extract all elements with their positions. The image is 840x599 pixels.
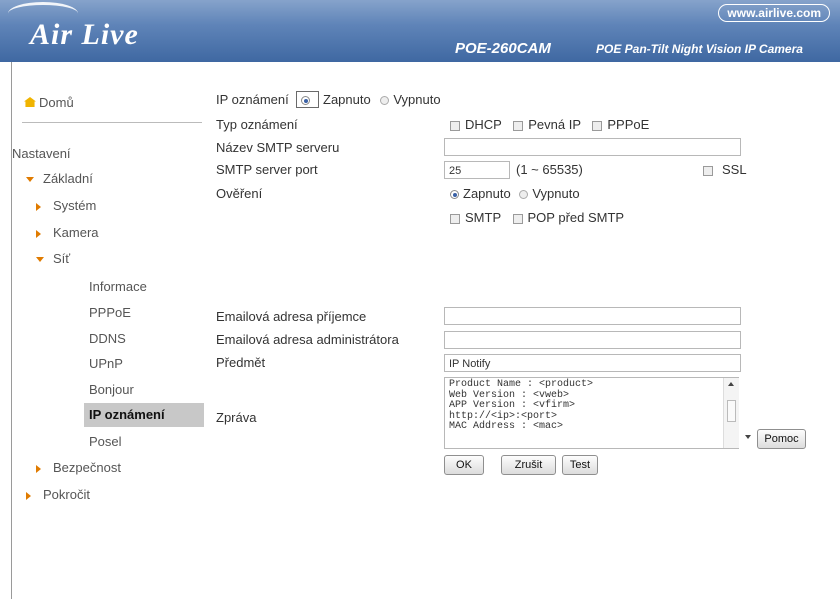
dhcp-label: DHCP xyxy=(465,117,502,132)
admin-email-label: Emailová adresa administrátora xyxy=(216,332,399,347)
system-label: Systém xyxy=(53,198,97,213)
expand-down-icon xyxy=(36,257,44,263)
sidebar-item-messenger[interactable]: Posel xyxy=(89,434,122,449)
expand-down-icon xyxy=(26,177,34,183)
sidebar: Domů Nastavení Základní Systém Kamera Sí… xyxy=(12,62,204,599)
dhcp-checkbox[interactable] xyxy=(450,120,460,131)
smtp-server-input[interactable] xyxy=(444,138,741,156)
ip-notify-on-radio[interactable] xyxy=(296,91,320,108)
static-ip-checkbox[interactable] xyxy=(513,120,524,131)
test-button[interactable]: Test xyxy=(562,455,598,475)
recipient-label: Emailová adresa příjemce xyxy=(216,309,367,324)
airlive-logo: Air Live xyxy=(30,18,139,51)
advanced-label: Pokročit xyxy=(43,487,90,502)
sidebar-item-network[interactable]: Síť xyxy=(36,251,70,266)
port-range-hint: (1 ~ 65535) xyxy=(516,162,583,177)
sidebar-item-home[interactable]: Domů xyxy=(24,95,74,110)
model-description: POE Pan-Tilt Night Vision IP Camera xyxy=(596,42,803,56)
smtp-auth-checkbox[interactable] xyxy=(450,213,460,224)
smtp-server-label: Název SMTP serveru xyxy=(216,140,340,155)
sidebar-item-upnp[interactable]: UPnP xyxy=(89,356,123,371)
radio-selected-icon xyxy=(301,96,311,106)
recipient-email-input[interactable] xyxy=(444,307,741,325)
notify-type-label: Typ oznámení xyxy=(216,117,298,132)
ip-notify-off-label: Vypnuto xyxy=(393,92,441,107)
scroll-thumb[interactable] xyxy=(727,400,736,422)
expand-right-icon xyxy=(36,464,41,473)
auth-off-label: Vypnuto xyxy=(532,186,580,201)
website-link[interactable]: www.airlive.com xyxy=(718,4,830,22)
message-textarea[interactable]: Product Name : <product> Web Version : <… xyxy=(444,377,739,449)
smtp-port-input[interactable]: 25 xyxy=(444,161,510,179)
ssl-option: SSL xyxy=(703,162,747,177)
auth-radio-group: Zapnuto Vypnuto xyxy=(450,186,580,201)
sidebar-item-system[interactable]: Systém xyxy=(36,198,96,213)
static-ip-label: Pevná IP xyxy=(528,117,581,132)
notify-type-options: DHCP Pevná IP PPPoE xyxy=(450,117,649,132)
sidebar-item-info[interactable]: Informace xyxy=(89,279,147,294)
sidebar-item-pppoe[interactable]: PPPoE xyxy=(89,305,131,320)
ip-notify-off-radio[interactable] xyxy=(380,96,390,106)
sidebar-item-basic[interactable]: Základní xyxy=(26,171,93,186)
expand-right-icon xyxy=(26,491,31,500)
network-label: Síť xyxy=(53,251,71,266)
sidebar-item-security[interactable]: Bezpečnost xyxy=(36,460,121,475)
smtp-port-label: SMTP server port xyxy=(216,162,318,177)
help-dropdown-icon[interactable] xyxy=(745,435,751,439)
auth-on-radio[interactable] xyxy=(450,190,459,200)
pop-before-smtp-checkbox[interactable] xyxy=(512,213,523,224)
pop-before-smtp-label: POP před SMTP xyxy=(527,210,625,225)
ip-notify-label: IP oznámení xyxy=(216,92,289,107)
camera-label: Kamera xyxy=(53,225,99,240)
scroll-up-icon[interactable] xyxy=(728,382,734,386)
header-banner: Air Live www.airlive.com POE-260CAM POE … xyxy=(0,0,840,62)
smtp-auth-label: SMTP xyxy=(465,210,501,225)
admin-email-input[interactable] xyxy=(444,331,741,349)
message-label: Zpráva xyxy=(216,410,257,425)
basic-label: Základní xyxy=(43,171,93,186)
ssl-checkbox[interactable] xyxy=(703,165,713,176)
expand-right-icon xyxy=(36,202,41,211)
sidebar-divider xyxy=(22,122,202,123)
auth-off-radio[interactable] xyxy=(519,190,529,200)
expand-right-icon xyxy=(36,229,41,238)
auth-label: Ověření xyxy=(216,186,263,201)
pppoe-label: PPPoE xyxy=(607,117,650,132)
model-name: POE-260CAM xyxy=(455,40,551,57)
home-label: Domů xyxy=(39,95,74,110)
cancel-button[interactable]: Zrušit xyxy=(501,455,556,475)
ip-notify-row: IP oznámení Zapnuto Vypnuto xyxy=(216,91,441,108)
ip-notify-on-label: Zapnuto xyxy=(323,92,371,107)
subject-input[interactable]: IP Notify xyxy=(444,354,741,372)
help-button[interactable]: Pomoc xyxy=(757,429,806,449)
home-icon xyxy=(24,97,36,107)
ssl-label: SSL xyxy=(722,162,747,177)
message-scrollbar[interactable] xyxy=(723,378,739,448)
sidebar-item-ddns[interactable]: DDNS xyxy=(89,331,126,346)
pppoe-checkbox[interactable] xyxy=(592,120,603,131)
sidebar-heading-settings: Nastavení xyxy=(12,146,71,161)
sidebar-item-camera[interactable]: Kamera xyxy=(36,225,99,240)
subject-label: Předmět xyxy=(216,355,266,370)
auth-on-label: Zapnuto xyxy=(463,186,511,201)
ok-button[interactable]: OK xyxy=(444,455,484,475)
sidebar-item-advanced[interactable]: Pokročit xyxy=(26,487,90,502)
sidebar-item-ip-notify[interactable]: IP oznámení xyxy=(84,403,204,427)
sidebar-item-bonjour[interactable]: Bonjour xyxy=(89,382,134,397)
auth-method-options: SMTP POP před SMTP xyxy=(450,210,624,225)
security-label: Bezpečnost xyxy=(53,460,121,475)
